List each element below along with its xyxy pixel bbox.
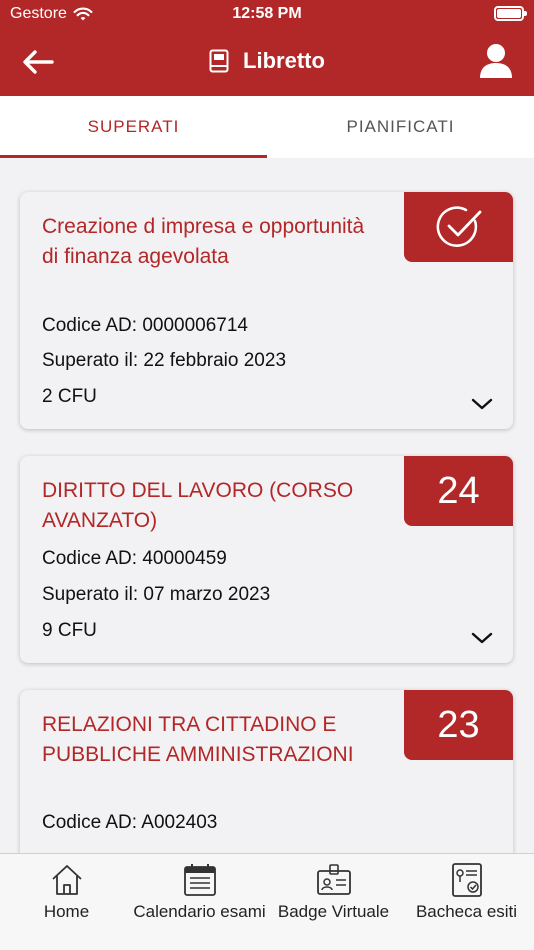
exam-code: Codice AD: A002403 [42, 812, 218, 833]
badge-icon [316, 864, 351, 895]
exam-code: Codice AD: 0000006714 [42, 315, 248, 336]
exam-title: Creazione d impresa e opportunità di fin… [42, 215, 365, 268]
bottom-nav-label: Calendario esami [133, 902, 266, 921]
calendar-icon [183, 864, 216, 896]
bottom-nav-label: Home [43, 902, 90, 921]
exam-title: RELAZIONI TRA CITTADINO E PUBBLICHE AMMI… [42, 713, 354, 766]
tab-pianificati[interactable]: PIANIFICATI [267, 96, 534, 158]
status-bar: Gestore 12:58 PM [0, 0, 534, 30]
nav-bar: Libretto [0, 34, 534, 90]
title-group: Libretto [0, 48, 534, 74]
tab-indicator [0, 155, 267, 158]
exam-card[interactable]: DIRITTO DEL LAVORO (CORSO AVANZATO) Codi… [20, 456, 513, 663]
results-board-icon [451, 863, 482, 897]
grade-badge: 24 [404, 456, 513, 526]
exam-cfu: 9 CFU [42, 620, 97, 641]
bottom-nav-results[interactable]: Bacheca esiti [400, 862, 533, 922]
tab-bar: SUPERATI PIANIFICATI [0, 96, 534, 158]
top-app-bar: Gestore 12:58 PM Libretto [0, 0, 534, 96]
book-icon [209, 49, 229, 73]
grade-badge: 23 [404, 690, 513, 760]
status-time: 12:58 PM [232, 5, 302, 22]
check-circle-icon [436, 206, 481, 247]
chevron-down-icon[interactable] [471, 631, 493, 645]
exam-title: DIRITTO DEL LAVORO (CORSO AVANZATO) [42, 479, 354, 532]
exam-code: Codice AD: 40000459 [42, 548, 227, 569]
profile-button[interactable] [478, 42, 514, 80]
battery-icon [494, 6, 527, 21]
grade-badge [404, 192, 513, 262]
exam-passed-date: Superato il: 07 marzo 2023 [42, 584, 271, 605]
bottom-nav-home[interactable]: Home [0, 862, 133, 922]
bottom-nav-badge[interactable]: Badge Virtuale [267, 862, 400, 922]
exam-passed-date: Superato il: 22 febbraio 2023 [42, 350, 287, 371]
bottom-nav-label: Badge Virtuale [277, 902, 390, 921]
exam-card[interactable]: Creazione d impresa e opportunità di fin… [20, 192, 513, 429]
tab-superati[interactable]: SUPERATI [0, 96, 267, 158]
chevron-down-icon[interactable] [471, 397, 493, 411]
exam-cfu: 2 CFU [42, 386, 97, 407]
bottom-navigation: Home Calendario esami Badge Virtuale Bac… [0, 853, 534, 950]
bottom-nav-label: Bacheca esiti [415, 902, 518, 921]
home-icon [51, 865, 82, 895]
bottom-nav-calendar[interactable]: Calendario esami [133, 862, 266, 922]
page-title: Libretto [243, 48, 325, 73]
